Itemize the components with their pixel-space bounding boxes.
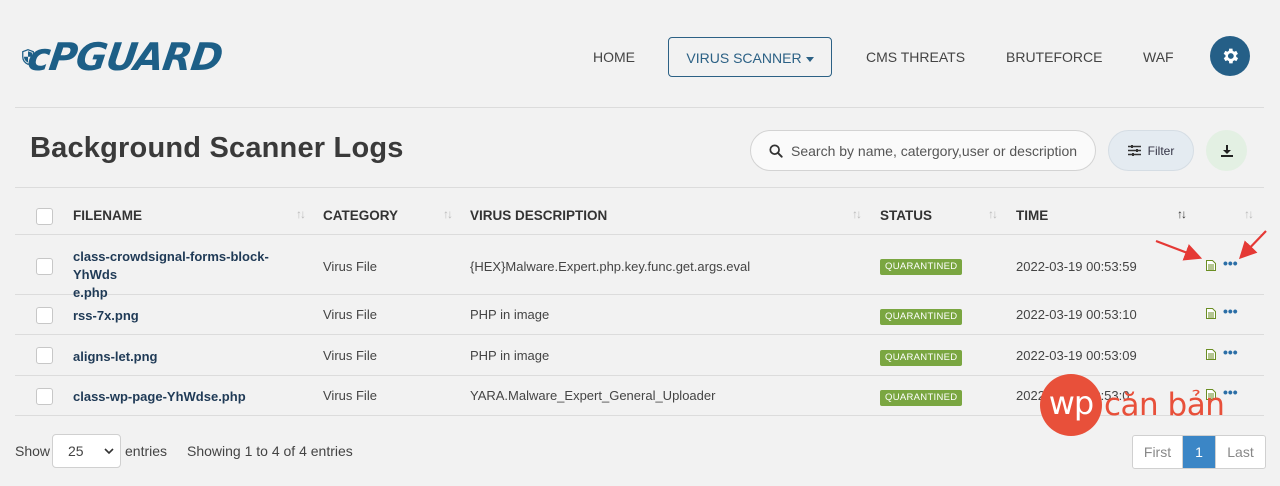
col-status[interactable]: STATUS — [880, 188, 932, 235]
filter-button[interactable]: Filter — [1108, 130, 1194, 171]
filename-line: class-crowdsignal-forms-block-YhWds — [73, 249, 269, 282]
row-checkbox[interactable] — [36, 388, 53, 405]
document-icon[interactable] — [1206, 349, 1216, 360]
description-cell: PHP in image — [470, 307, 550, 322]
filter-label: Filter — [1147, 143, 1175, 158]
sort-icon[interactable]: ↑↓ — [296, 207, 306, 221]
status-badge: QUARANTINED — [880, 259, 963, 275]
category-cell: Virus File — [323, 388, 377, 403]
category-cell: Virus File — [323, 307, 377, 322]
pagination-last[interactable]: Last — [1215, 436, 1265, 468]
table-row: rss-7x.png Virus File PHP in image QUARA… — [15, 295, 1264, 335]
table-info: Showing 1 to 4 of 4 entries — [187, 443, 353, 459]
category-cell: Virus File — [323, 348, 377, 363]
row-checkbox[interactable] — [36, 347, 53, 364]
show-label: Show — [15, 443, 51, 459]
status-badge: QUARANTINED — [880, 390, 963, 406]
nav-virus-scanner-label: VIRUS SCANNER — [686, 50, 802, 66]
description-cell: {HEX}Malware.Expert.php.key.func.get.arg… — [470, 259, 751, 274]
entries-label: entries — [125, 443, 168, 459]
time-cell: 2022-03-19 00:53:10 — [1016, 307, 1137, 322]
table-header: FILENAME ↑↓ CATEGORY ↑↓ VIRUS DESCRIPTIO… — [15, 188, 1264, 235]
sliders-icon — [1127, 145, 1141, 156]
search-box[interactable] — [750, 130, 1096, 171]
description-cell: PHP in image — [470, 348, 550, 363]
row-checkbox[interactable] — [36, 258, 53, 275]
more-dots-icon[interactable]: ••• — [1223, 304, 1238, 318]
gear-icon — [1223, 48, 1239, 64]
main-nav: HOME VIRUS SCANNER CMS THREATS BRUTEFORC… — [0, 37, 1280, 77]
more-dots-icon[interactable]: ••• — [1223, 345, 1238, 359]
filename-link[interactable]: rss-7x.png — [73, 307, 305, 325]
watermark-text: căn bản — [1104, 387, 1225, 423]
watermark-logo: wp — [1040, 374, 1102, 436]
filename-link[interactable]: class-crowdsignal-forms-block-YhWds e.ph… — [73, 248, 305, 302]
document-icon[interactable] — [1206, 260, 1216, 271]
download-icon — [1220, 144, 1233, 157]
document-icon[interactable] — [1206, 308, 1216, 319]
col-virus-description[interactable]: VIRUS DESCRIPTION — [470, 188, 607, 235]
col-category[interactable]: CATEGORY — [323, 188, 398, 235]
caret-down-icon — [805, 56, 814, 62]
settings-button[interactable] — [1210, 36, 1250, 76]
sort-icon[interactable]: ↑↓ — [1244, 207, 1254, 221]
status-badge: QUARANTINED — [880, 309, 963, 325]
category-cell: Virus File — [323, 259, 377, 274]
sort-icon[interactable]: ↑↓ — [988, 207, 998, 221]
col-time[interactable]: TIME — [1016, 188, 1048, 235]
more-dots-icon[interactable]: ••• — [1223, 385, 1238, 399]
header-divider — [15, 107, 1264, 108]
pagination-first[interactable]: First — [1133, 436, 1183, 468]
filename-link[interactable]: class-wp-page-YhWdse.php — [73, 388, 305, 406]
nav-home[interactable]: HOME — [593, 37, 635, 77]
time-cell: 2022-03-19 00:53:09 — [1016, 348, 1137, 363]
nav-bruteforce[interactable]: BRUTEFORCE — [1006, 37, 1102, 77]
watermark: wp căn bản — [1040, 372, 1225, 438]
nav-cms-threats[interactable]: CMS THREATS — [866, 37, 965, 77]
sort-icon[interactable]: ↑↓ — [443, 207, 453, 221]
table-row: class-crowdsignal-forms-block-YhWds e.ph… — [15, 235, 1264, 300]
sort-icon[interactable]: ↑↓ — [852, 207, 862, 221]
watermark-circle-text: wp — [1048, 384, 1094, 422]
pagination: First 1 Last — [1132, 435, 1266, 469]
col-filename[interactable]: FILENAME — [73, 188, 142, 235]
nav-virus-scanner[interactable]: VIRUS SCANNER — [668, 37, 832, 77]
description-cell: YARA.Malware_Expert_General_Uploader — [470, 388, 716, 403]
search-icon — [769, 143, 783, 158]
entries-value: 25 — [68, 443, 84, 459]
table-row: aligns-let.png Virus File PHP in image Q… — [15, 335, 1264, 376]
download-button[interactable] — [1206, 130, 1247, 171]
status-badge: QUARANTINED — [880, 350, 963, 366]
more-dots-icon[interactable]: ••• — [1223, 256, 1238, 270]
select-all-checkbox[interactable] — [36, 208, 53, 225]
pagination-page-current[interactable]: 1 — [1183, 436, 1215, 468]
page-title: Background Scanner Logs — [30, 132, 404, 164]
search-input[interactable] — [791, 142, 1091, 159]
row-checkbox[interactable] — [36, 307, 53, 324]
header: cPGUARD HOME VIRUS SCANNER CMS THREATS B… — [0, 0, 1280, 108]
entries-per-page-select[interactable]: 25 — [52, 434, 121, 468]
chevron-down-icon — [104, 448, 114, 455]
sort-desc-icon[interactable]: ↑↓ — [1177, 207, 1187, 221]
filename-link[interactable]: aligns-let.png — [73, 348, 305, 366]
nav-waf[interactable]: WAF — [1143, 37, 1174, 77]
time-cell: 2022-03-19 00:53:59 — [1016, 259, 1137, 274]
